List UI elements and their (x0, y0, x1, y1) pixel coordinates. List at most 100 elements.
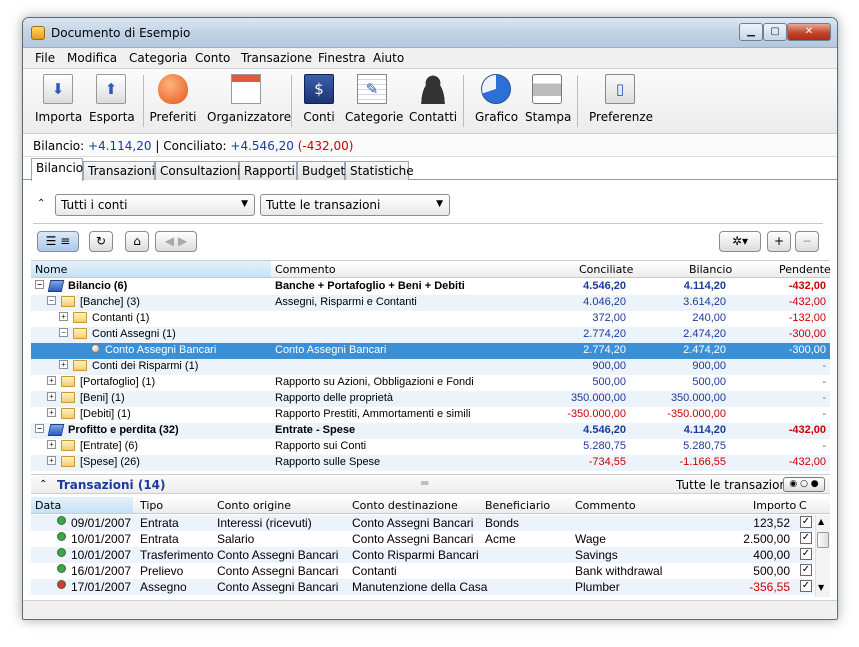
toolbar-switch-button[interactable]: ▯ Preferenze (589, 74, 653, 124)
expand-icon[interactable]: + (59, 312, 68, 321)
menu-0[interactable]: File (35, 51, 55, 65)
home-button[interactable]: ⌂ (125, 231, 149, 252)
col-header-name[interactable]: Nome (35, 263, 67, 276)
tab-1[interactable]: Transazioni (83, 161, 155, 180)
account-row[interactable]: − [Banche] (3) Assegni, Risparmi e Contant… (31, 295, 830, 311)
transaction-row[interactable]: 10/01/2007 Entrata Salario Conto Assegni Ba… (31, 531, 814, 547)
toolbar-person-button[interactable]: Contatti (409, 74, 457, 124)
account-name: Contanti (1) (92, 312, 150, 324)
transaction-row[interactable]: 10/01/2007 Trasferimento Conto Assegni Ban… (31, 547, 814, 563)
balance-amount: 500,00 (692, 376, 726, 388)
scrollbar-thumb[interactable] (817, 532, 829, 548)
expand-icon[interactable]: + (47, 392, 56, 401)
expand-icon[interactable]: + (47, 456, 56, 465)
cleared-checkbox[interactable]: ✓ (800, 548, 812, 560)
toolbar-calendar-button[interactable]: Organizzatore (207, 74, 291, 124)
collapse-transactions-icon[interactable]: ⌃ (39, 479, 47, 490)
minimize-button[interactable]: ▁ (739, 23, 763, 41)
accounts-filter-select[interactable]: Tutti i conti ▼ (55, 194, 255, 216)
col-header-payee[interactable]: Beneficiario (485, 499, 550, 512)
account-row[interactable]: Conto Assegni Bancari Conto Assegni Banca… (31, 343, 830, 359)
account-row[interactable]: + Conti dei Risparmi (1) 900,00 900,00 - (31, 359, 830, 375)
menu-4[interactable]: Transazione (241, 51, 312, 65)
view-mode-toggle[interactable]: ☰ ≡ (37, 231, 79, 252)
col-header-cleared[interactable]: C (799, 499, 807, 512)
menu-3[interactable]: Conto (195, 51, 230, 65)
account-row[interactable]: + [Debiti] (1) Rapporto Prestiti, Ammortam… (31, 407, 830, 423)
account-name: Bilancio (6) (68, 280, 128, 292)
account-row[interactable]: + Contanti (1) 372,00 240,00 -132,00 (31, 311, 830, 327)
collapse-icon[interactable]: − (35, 424, 44, 433)
accounts-table-header: Nome Commento Conciliate Bilancio Penden… (31, 261, 831, 278)
cleared-checkbox[interactable]: ✓ (800, 580, 812, 592)
close-button[interactable]: ✕ (787, 23, 831, 41)
cleared-checkbox[interactable]: ✓ (800, 532, 812, 544)
col-header-balance[interactable]: Bilancio (689, 263, 732, 276)
transaction-from: Conto Assegni Bancari (217, 580, 339, 594)
pending-amount: -300,00 (788, 344, 826, 356)
expand-icon[interactable]: + (47, 440, 56, 449)
transaction-filter-radio-group[interactable]: ◉ ○ ● (783, 477, 825, 492)
expand-icon[interactable]: + (47, 376, 56, 385)
transaction-row[interactable]: 16/01/2007 Prelievo Conto Assegni Bancari C… (31, 563, 814, 579)
menu-2[interactable]: Categoria (129, 51, 187, 65)
collapse-icon[interactable]: − (59, 328, 68, 337)
scroll-up-icon[interactable]: ▲ (818, 517, 824, 526)
add-button[interactable]: + (767, 231, 791, 252)
accounts-book-icon: $ (304, 74, 334, 104)
menu-1[interactable]: Modifica (67, 51, 117, 65)
toolbar-pie-chart-button[interactable]: Grafico (475, 74, 518, 124)
tab-5[interactable]: Statistiche (345, 161, 414, 180)
collapse-icon[interactable]: − (35, 280, 44, 289)
remove-button[interactable]: − (795, 231, 819, 252)
settings-dropdown-button[interactable]: ✲▾ (719, 231, 761, 252)
account-row[interactable]: + [Entrate] (6) Rapporto sui Conti 5.280,75… (31, 439, 830, 455)
maximize-button[interactable]: ▢ (763, 23, 787, 41)
toolbar-accounts-book-button[interactable]: $ Conti (301, 74, 337, 124)
col-header-amount[interactable]: Importo (753, 499, 796, 512)
back-forward-buttons[interactable]: ◀ ▶ (155, 231, 197, 252)
title-bar[interactable]: Documento di Esempio ▁ ▢ ✕ (23, 18, 837, 48)
transactions-scrollbar[interactable]: ▲ ▼ (815, 515, 830, 597)
account-row[interactable]: − Bilancio (6) Banche + Portafoglio + Beni… (31, 279, 830, 295)
col-header-date[interactable]: Data (35, 499, 61, 512)
col-header-from[interactable]: Conto origine (217, 499, 291, 512)
account-row[interactable]: − Profitto e perdita (32) Entrate - Spese 4… (31, 423, 830, 439)
menu-6[interactable]: Aiuto (373, 51, 404, 65)
cleared-checkbox[interactable]: ✓ (800, 564, 812, 576)
expand-icon[interactable]: + (47, 408, 56, 417)
col-header-comment[interactable]: Commento (275, 263, 336, 276)
col-header-pending[interactable]: Pendente (779, 263, 831, 276)
col-header-type[interactable]: Tipo (140, 499, 163, 512)
tab-3[interactable]: Rapporti (239, 161, 297, 180)
account-row[interactable]: + [Spese] (26) Rapporto sulle Spese -734,55… (31, 455, 830, 471)
toolbar-printer-button[interactable]: Stampa (525, 74, 571, 124)
collapse-icon[interactable]: − (47, 296, 56, 305)
menu-5[interactable]: Finestra (318, 51, 366, 65)
transaction-row[interactable]: 17/01/2007 Assegno Conto Assegni Bancari Ma… (31, 579, 814, 595)
account-row[interactable]: + [Portafoglio] (1) Rapporto su Azioni, Ob… (31, 375, 830, 391)
col-header-reconciled[interactable]: Conciliate (579, 263, 633, 276)
transactions-filter-select[interactable]: Tutte le transazioni ▼ (260, 194, 450, 216)
col-header-to[interactable]: Conto destinazione (352, 499, 458, 512)
col-header-comment[interactable]: Commento (575, 499, 636, 512)
collapse-filters-icon[interactable]: ⌃ (37, 198, 45, 209)
transaction-date: 10/01/2007 (71, 548, 132, 562)
refresh-button[interactable]: ↻ (89, 231, 113, 252)
transactions-panel-header[interactable]: ⌃ Transazioni (14) ═ Tutte le transazion… (31, 474, 830, 494)
toolbar-export-button[interactable]: ⬆ Esporta (89, 74, 135, 124)
cleared-checkbox[interactable]: ✓ (800, 516, 812, 528)
toolbar-notepad-button[interactable]: ✎ Categorie (345, 74, 403, 124)
toolbar-heart-button[interactable]: Preferiti (149, 74, 197, 124)
toolbar-label: Conti (303, 110, 335, 124)
transaction-row[interactable]: 09/01/2007 Entrata Interessi (ricevuti) Con… (31, 515, 814, 531)
expand-icon[interactable]: + (59, 360, 68, 369)
scroll-down-icon[interactable]: ▼ (818, 583, 824, 592)
account-row[interactable]: + [Beni] (1) Rapporto delle proprietà 350.0… (31, 391, 830, 407)
tab-2[interactable]: Consultazioni (155, 161, 241, 180)
tab-4[interactable]: Budget (297, 161, 345, 180)
toolbar-import-button[interactable]: ⬇ Importa (35, 74, 82, 124)
tab-0[interactable]: Bilancio (31, 158, 83, 181)
account-row[interactable]: − Conti Assegni (1) 2.774,20 2.474,20 -300,0… (31, 327, 830, 343)
splitter-grip-icon[interactable]: ═ (421, 476, 428, 490)
